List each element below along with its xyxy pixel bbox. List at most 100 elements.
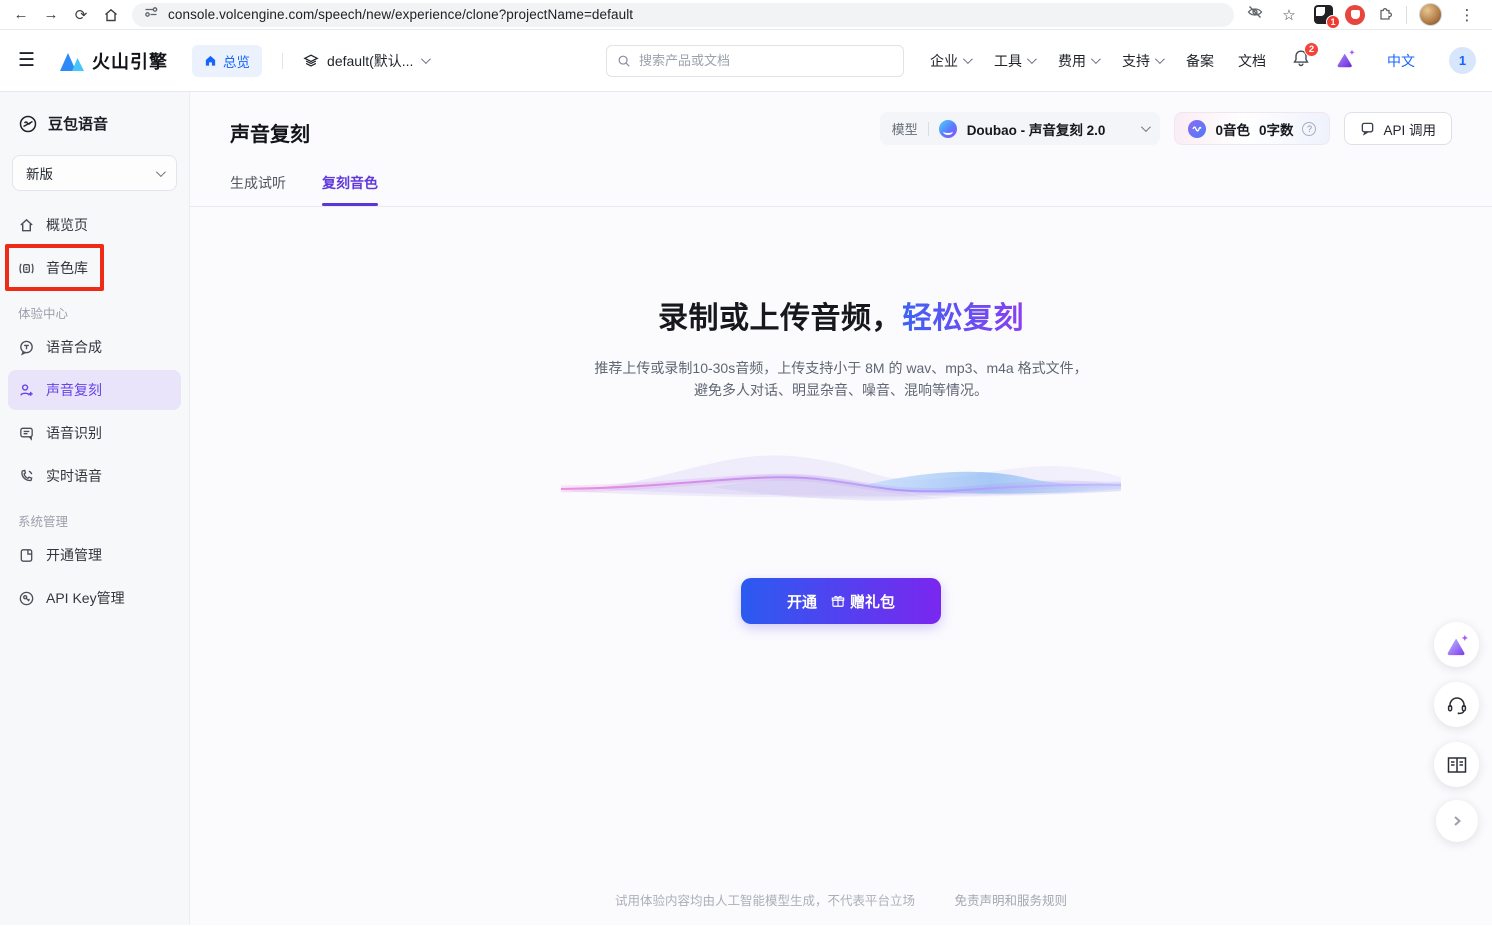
site-settings-icon[interactable] bbox=[144, 5, 158, 24]
layers-icon bbox=[303, 53, 319, 69]
product-header[interactable]: 豆包语音 bbox=[0, 92, 189, 140]
adblock-glyph bbox=[1351, 10, 1360, 19]
nav-menu-beian[interactable]: 备案 bbox=[1186, 51, 1214, 71]
language-switch[interactable]: 中文 bbox=[1387, 51, 1415, 71]
nav-menus: 企业 工具 费用 支持 备案 文档 2 中文 1 bbox=[930, 47, 1476, 74]
browser-profile-avatar[interactable] bbox=[1419, 3, 1442, 26]
volcengine-mountain-icon bbox=[59, 50, 85, 72]
support-float-button[interactable] bbox=[1434, 682, 1479, 727]
address-bar[interactable]: console.volcengine.com/speech/new/experi… bbox=[132, 3, 1234, 27]
chevron-down-icon bbox=[1091, 54, 1101, 64]
gift-pack-label: 赠礼包 bbox=[850, 591, 895, 612]
extension-glyph bbox=[1316, 7, 1325, 16]
sidebar-item-apikey[interactable]: API Key管理 bbox=[8, 578, 181, 618]
hero-desc-line2: 避免多人对话、明显杂音、噪音、混响等情况。 bbox=[190, 379, 1492, 401]
sidebar-section-experience: 体验中心 bbox=[18, 303, 189, 322]
nav-menu-label: 费用 bbox=[1058, 51, 1086, 71]
project-selector[interactable]: default(默认... bbox=[303, 51, 428, 71]
volcengine-logo[interactable]: 火山引擎 bbox=[59, 48, 168, 74]
phone-icon bbox=[18, 468, 35, 485]
bookmark-star-icon[interactable]: ☆ bbox=[1276, 3, 1302, 27]
browser-reload-icon[interactable]: ⟳ bbox=[68, 3, 94, 27]
model-selector[interactable]: 模型 Doubao - 声音复刻 2.0 bbox=[880, 112, 1161, 145]
sidebar: 豆包语音 新版 概览页 音色库 体验中心 语音合成 bbox=[0, 92, 190, 925]
sidebar-item-voice-library[interactable]: 音色库 bbox=[8, 248, 181, 288]
chevron-down-icon bbox=[1027, 54, 1037, 64]
activate-button[interactable]: 开通 赠礼包 bbox=[741, 578, 941, 624]
extension-badge: 1 bbox=[1326, 15, 1340, 29]
quota-wave-icon bbox=[1188, 120, 1206, 138]
nav-menu-enterprise[interactable]: 企业 bbox=[930, 51, 970, 71]
tab-generate-listen[interactable]: 生成试听 bbox=[230, 173, 286, 206]
doubao-logo-icon bbox=[939, 120, 957, 138]
browser-toolbar: ← → ⟳ console.volcengine.com/speech/new/… bbox=[0, 0, 1492, 30]
sidebar-section-system: 系统管理 bbox=[18, 511, 189, 530]
version-selector[interactable]: 新版 bbox=[12, 155, 177, 191]
sidebar-item-voice-clone[interactable]: 声音复刻 bbox=[8, 370, 181, 410]
notification-badge: 2 bbox=[1304, 42, 1319, 57]
asr-icon bbox=[18, 425, 35, 442]
api-chat-icon bbox=[1360, 121, 1375, 136]
document-icon bbox=[18, 547, 35, 564]
chevron-down-icon bbox=[1141, 122, 1151, 132]
api-key-icon bbox=[18, 590, 35, 607]
gift-icon bbox=[831, 594, 845, 608]
sidebar-item-label: API Key管理 bbox=[46, 588, 125, 608]
ai-assistant-icon[interactable] bbox=[1334, 48, 1357, 74]
model-label: 模型 bbox=[892, 119, 918, 138]
search-icon bbox=[617, 54, 631, 68]
home-icon bbox=[18, 217, 35, 234]
browser-forward-icon[interactable]: → bbox=[38, 3, 64, 27]
sidebar-item-label: 语音识别 bbox=[46, 423, 102, 443]
docs-float-button[interactable] bbox=[1434, 742, 1479, 787]
chevron-down-icon bbox=[1155, 54, 1165, 64]
sidebar-item-label: 开通管理 bbox=[46, 545, 102, 565]
nav-menu-label: 支持 bbox=[1122, 51, 1150, 71]
extension-icon[interactable]: 1 bbox=[1314, 5, 1333, 24]
pill-divider bbox=[928, 122, 929, 136]
ai-assistant-float-button[interactable] bbox=[1434, 622, 1479, 667]
url-text[interactable]: console.volcengine.com/speech/new/experi… bbox=[168, 7, 633, 22]
browser-actions: ☆ 1 ⋮ bbox=[1246, 3, 1484, 27]
collapse-float-button[interactable] bbox=[1436, 800, 1478, 842]
eye-off-icon[interactable] bbox=[1246, 3, 1264, 26]
sidebar-item-overview[interactable]: 概览页 bbox=[8, 205, 181, 245]
nav-menu-label: 备案 bbox=[1186, 51, 1214, 71]
sidebar-item-tts[interactable]: 语音合成 bbox=[8, 327, 181, 367]
help-icon[interactable]: ? bbox=[1302, 122, 1316, 136]
hero-title-accent: 轻松复刻 bbox=[902, 302, 1024, 335]
tab-clone-voice[interactable]: 复刻音色 bbox=[322, 173, 378, 206]
sidebar-item-activation[interactable]: 开通管理 bbox=[8, 535, 181, 575]
browser-back-icon[interactable]: ← bbox=[8, 3, 34, 27]
sidebar-item-realtime[interactable]: 实时语音 bbox=[8, 456, 181, 496]
api-call-label: API 调用 bbox=[1383, 119, 1436, 139]
overview-button[interactable]: 总览 bbox=[192, 45, 262, 77]
hero-section: 录制或上传音频，轻松复刻 推荐上传或录制10-30s音频，上传支持小于 8M 的… bbox=[190, 293, 1492, 624]
sidebar-item-asr[interactable]: 语音识别 bbox=[8, 413, 181, 453]
global-search[interactable] bbox=[606, 45, 904, 77]
usage-quota-pill[interactable]: 0音色 0字数 ? bbox=[1174, 112, 1330, 145]
adblock-icon[interactable] bbox=[1345, 5, 1365, 25]
main-content: 声音复刻 生成试听 复刻音色 模型 Doubao - 声音复刻 2.0 bbox=[190, 92, 1492, 925]
nav-menu-support[interactable]: 支持 bbox=[1122, 51, 1162, 71]
nav-menu-docs[interactable]: 文档 bbox=[1238, 51, 1266, 71]
disclaimer-link[interactable]: 免责声明和服务规则 bbox=[954, 894, 1067, 908]
hamburger-menu-icon[interactable]: ☰ bbox=[18, 49, 35, 72]
extensions-puzzle-icon[interactable] bbox=[1377, 4, 1394, 26]
sidebar-item-label: 实时语音 bbox=[46, 466, 102, 486]
user-avatar[interactable]: 1 bbox=[1449, 47, 1476, 74]
nav-menu-billing[interactable]: 费用 bbox=[1058, 51, 1098, 71]
browser-home-icon[interactable] bbox=[98, 3, 124, 27]
nav-divider bbox=[282, 53, 283, 69]
page-footer: 试用体验内容均由人工智能模型生成，不代表平台立场 免责声明和服务规则 bbox=[190, 890, 1492, 909]
tabs: 生成试听 复刻音色 bbox=[190, 173, 1492, 207]
nav-menu-tools[interactable]: 工具 bbox=[994, 51, 1034, 71]
top-navigation: ☰ 火山引擎 总览 default(默认... 企业 工具 费用 支持 bbox=[0, 30, 1492, 92]
browser-menu-icon[interactable]: ⋮ bbox=[1454, 3, 1480, 27]
api-call-button[interactable]: API 调用 bbox=[1344, 112, 1452, 145]
search-input[interactable] bbox=[639, 53, 893, 68]
ai-mountain-icon bbox=[1444, 633, 1470, 657]
notifications-button[interactable]: 2 bbox=[1292, 49, 1310, 73]
nav-menu-label: 企业 bbox=[930, 51, 958, 71]
hero-description: 推荐上传或录制10-30s音频，上传支持小于 8M 的 wav、mp3、m4a … bbox=[190, 357, 1492, 401]
